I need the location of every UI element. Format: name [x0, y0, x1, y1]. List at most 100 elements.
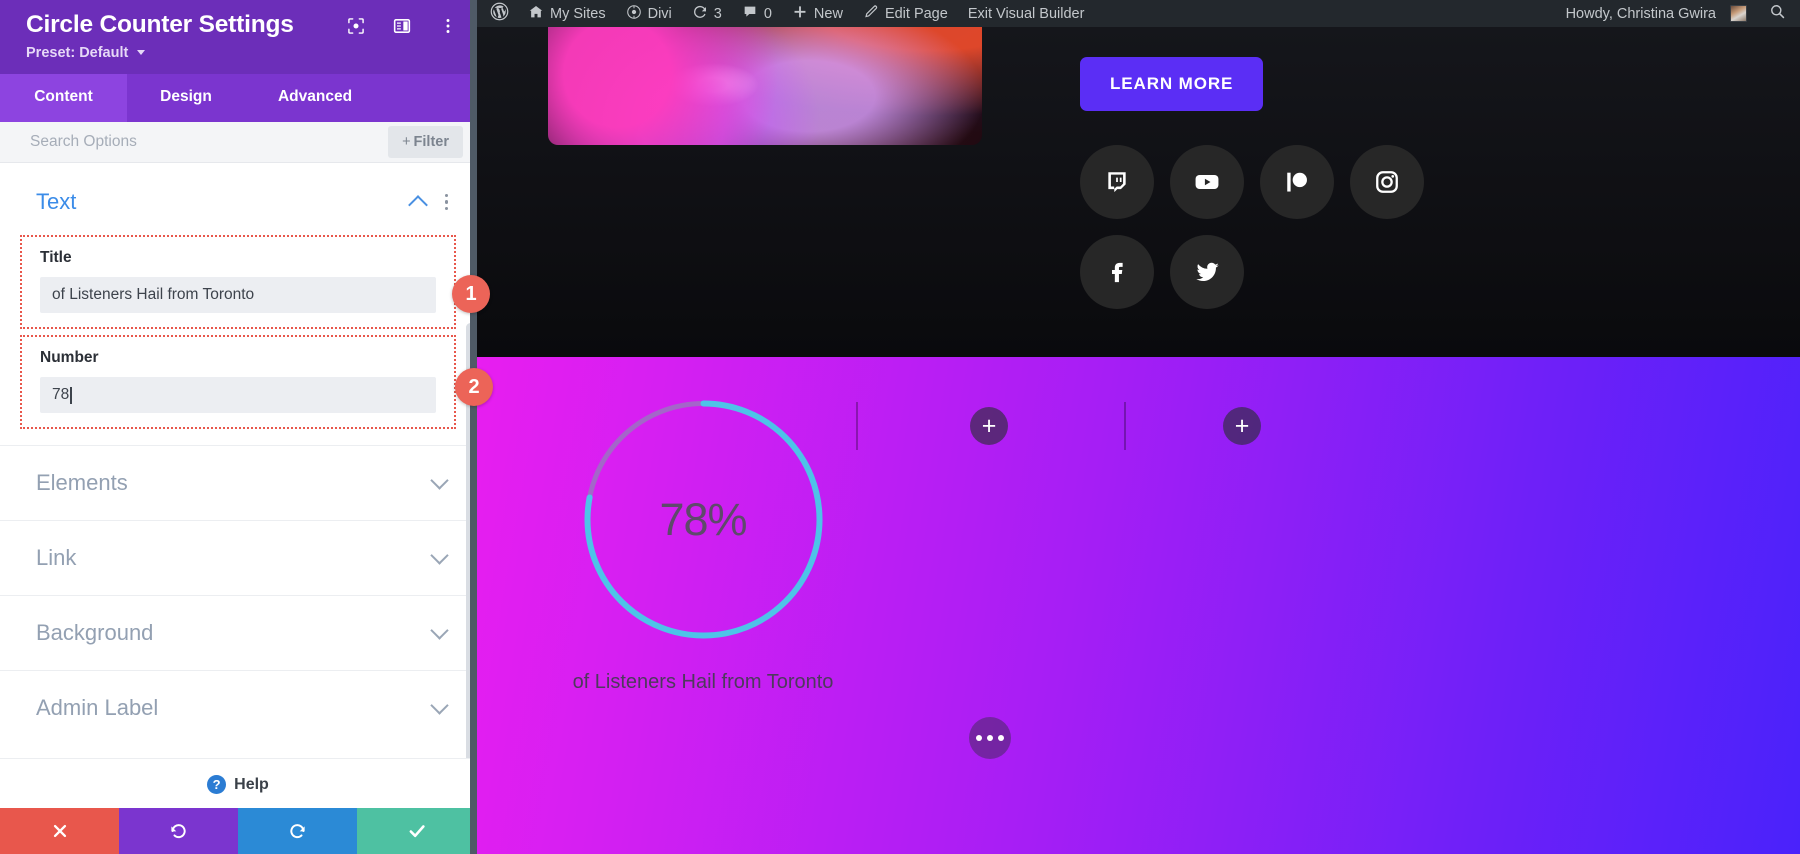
redo-button[interactable] [238, 808, 357, 854]
learn-more-button[interactable]: LEARN MORE [1080, 57, 1263, 111]
plus-icon: + [402, 134, 410, 150]
admin-bar-divi[interactable]: Divi [616, 0, 682, 27]
tab-design[interactable]: Design [127, 74, 245, 122]
annotation-badge-2: 2 [455, 368, 493, 406]
settings-panel-header: Circle Counter Settings Preset: Default [0, 0, 476, 74]
admin-bar-exit-visual-builder-label: Exit Visual Builder [968, 6, 1085, 22]
accordion-elements[interactable]: Elements [0, 445, 476, 520]
avatar [1730, 5, 1747, 22]
title-input[interactable]: of Listeners Hail from Toronto [40, 277, 436, 313]
number-field-group: Number 78 [22, 337, 454, 427]
search-input[interactable]: Search Options [30, 133, 137, 151]
admin-bar-howdy[interactable]: Howdy, Christina Gwira [1556, 0, 1757, 27]
title-field-group: Title of Listeners Hail from Toronto [22, 237, 454, 327]
admin-bar-wordpress-logo[interactable] [484, 0, 518, 27]
admin-bar-edit-page-label: Edit Page [885, 6, 948, 22]
admin-bar-greeting-label: Howdy, Christina Gwira [1566, 6, 1716, 22]
accordion-link[interactable]: Link [0, 520, 476, 595]
twitch-icon [1104, 169, 1130, 195]
admin-bar-my-sites-label: My Sites [550, 6, 606, 22]
comments-icon [742, 4, 758, 24]
help-link[interactable]: ? Help [0, 758, 476, 808]
filter-button[interactable]: +Filter [388, 126, 463, 158]
layout-panel-icon[interactable] [392, 16, 412, 36]
admin-bar-account-area: Howdy, Christina Gwira [1556, 0, 1800, 27]
number-field-label: Number [40, 349, 436, 367]
admin-bar-comments[interactable]: 0 [732, 0, 782, 27]
save-button[interactable] [357, 808, 476, 854]
column-divider [1124, 402, 1126, 450]
circle-counter-module[interactable]: 78% of Listeners Hail from Toronto [558, 387, 848, 696]
circle-counter-percent: 78% [571, 494, 836, 546]
dot [445, 200, 449, 204]
module-settings-panel: Circle Counter Settings Preset: Default [0, 0, 476, 854]
settings-action-bar [0, 808, 476, 854]
admin-bar-updates-count: 3 [714, 6, 722, 22]
social-link-facebook[interactable] [1080, 235, 1154, 309]
social-link-twitter[interactable] [1170, 235, 1244, 309]
updates-icon [692, 4, 708, 24]
undo-button[interactable] [119, 808, 238, 854]
settings-header-actions [346, 11, 458, 36]
page-preview-canvas: LEARN MORE [476, 27, 1800, 854]
title-field-label: Title [40, 249, 436, 267]
dot [987, 735, 993, 741]
page-title: Circle Counter Settings [26, 11, 294, 39]
patreon-icon [1284, 169, 1310, 195]
social-link-instagram[interactable] [1350, 145, 1424, 219]
admin-bar-updates[interactable]: 3 [682, 0, 732, 27]
text-section-header[interactable]: Text [0, 163, 476, 237]
circle-counter-title: of Listeners Hail from Toronto [558, 670, 848, 696]
dot [998, 735, 1004, 741]
chevron-down-icon [430, 546, 448, 564]
undo-icon [169, 822, 188, 841]
chevron-up-icon[interactable] [408, 195, 428, 215]
preset-selector[interactable]: Preset: Default [26, 44, 458, 62]
admin-bar-comments-count: 0 [764, 6, 772, 22]
admin-bar-exit-visual-builder[interactable]: Exit Visual Builder [958, 0, 1095, 27]
tab-advanced[interactable]: Advanced [245, 74, 385, 122]
social-link-youtube[interactable] [1170, 145, 1244, 219]
sites-icon [528, 4, 544, 24]
search-icon [1769, 3, 1786, 25]
tab-content[interactable]: Content [0, 74, 127, 122]
chevron-down-icon [430, 696, 448, 714]
admin-bar-edit-page[interactable]: Edit Page [853, 0, 958, 27]
section-more-options-button[interactable] [969, 717, 1011, 759]
admin-bar-my-sites[interactable]: My Sites [518, 0, 616, 27]
chevron-down-icon [430, 621, 448, 639]
focus-icon[interactable] [346, 16, 366, 36]
more-vertical-icon[interactable] [443, 192, 451, 213]
social-link-patreon[interactable] [1260, 145, 1334, 219]
panel-resize-handle[interactable] [470, 0, 477, 854]
wordpress-logo-icon [490, 2, 509, 25]
chevron-down-icon [137, 50, 145, 55]
text-section-title: Text [36, 189, 76, 215]
circle-counter-section: + + 78% of Listeners Hail from Toronto [476, 357, 1800, 854]
redo-icon [288, 822, 307, 841]
circle-counter-graphic: 78% [571, 387, 836, 652]
settings-panel-body: Text Title of Listeners Hail from Toront… [0, 163, 476, 758]
more-vertical-icon[interactable] [438, 16, 458, 36]
screen-root: My Sites Divi 3 0 New [0, 0, 1800, 854]
cancel-button[interactable] [0, 808, 119, 854]
instagram-icon [1374, 169, 1400, 195]
add-module-button[interactable]: + [970, 407, 1008, 445]
accordion-background[interactable]: Background [0, 595, 476, 670]
check-icon [407, 821, 427, 841]
accordion-link-label: Link [36, 545, 76, 571]
add-module-button[interactable]: + [1223, 407, 1261, 445]
number-input[interactable]: 78 [40, 377, 436, 413]
dot [445, 194, 449, 198]
search-options-bar: Search Options +Filter [0, 122, 476, 163]
admin-bar-new-label: New [814, 6, 843, 22]
admin-bar-divi-label: Divi [648, 6, 672, 22]
accordion-elements-label: Elements [36, 470, 128, 496]
admin-bar-new[interactable]: New [782, 0, 853, 27]
filter-button-label: Filter [414, 134, 449, 150]
accordion-background-label: Background [36, 620, 153, 646]
accordion-admin-label[interactable]: Admin Label [0, 670, 476, 745]
admin-bar-search-button[interactable] [1757, 3, 1800, 25]
column-divider [856, 402, 858, 450]
social-link-twitch[interactable] [1080, 145, 1154, 219]
